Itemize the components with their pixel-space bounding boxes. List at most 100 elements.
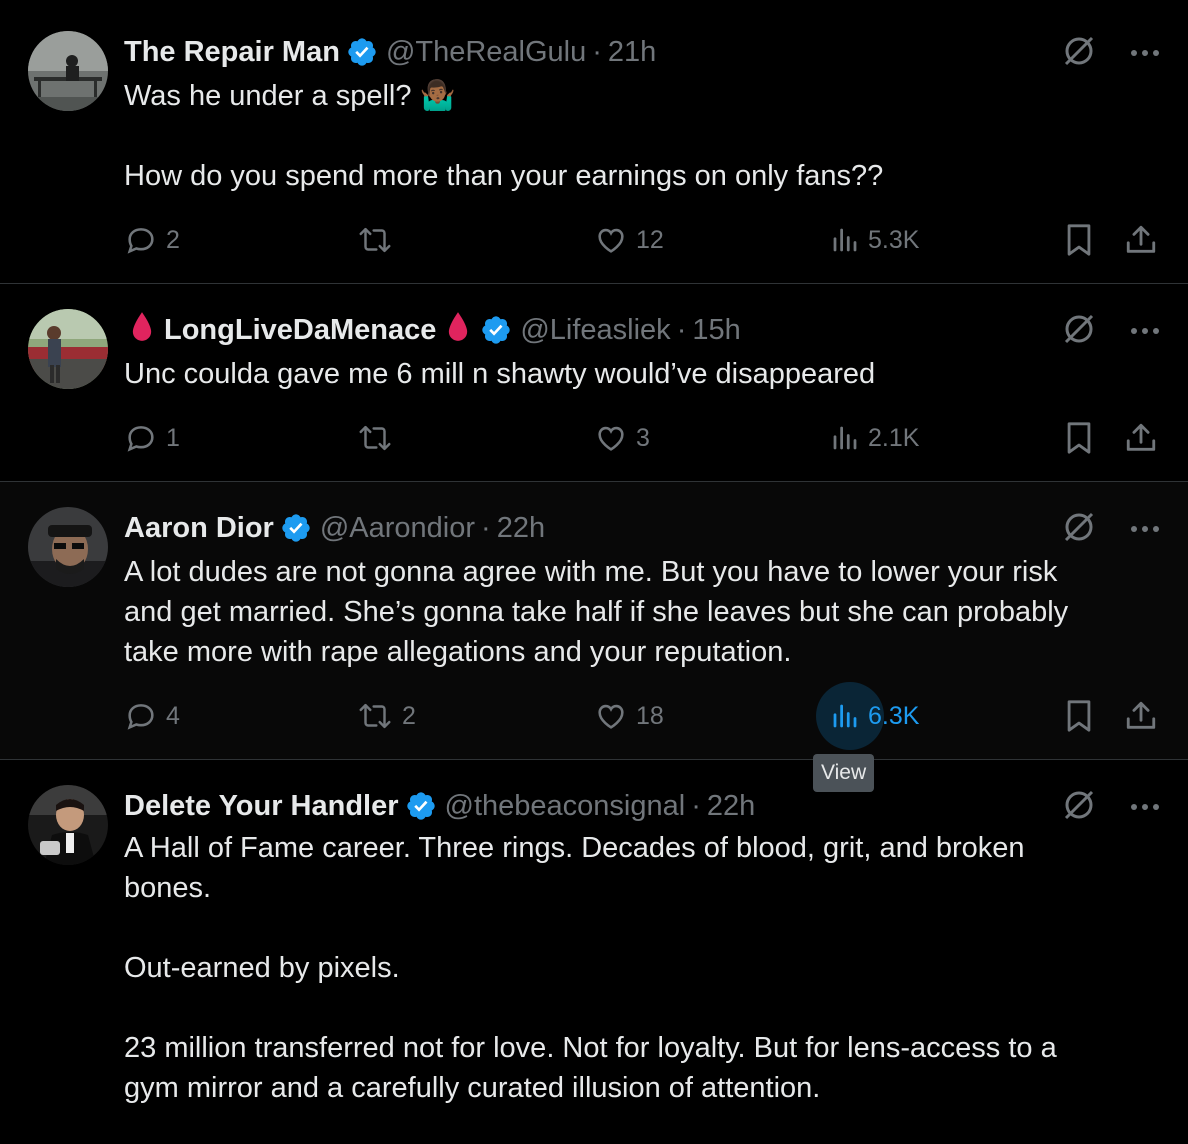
repost-icon bbox=[359, 227, 391, 253]
tweet-text: A lot dudes are not gonna agree with me.… bbox=[124, 552, 1144, 672]
bookmark-icon bbox=[1067, 700, 1091, 732]
share-button[interactable] bbox=[1124, 696, 1158, 736]
reply-button[interactable]: 4 bbox=[124, 696, 180, 736]
blood-drop-icon bbox=[446, 310, 470, 350]
reply-count: 1 bbox=[166, 423, 180, 452]
share-icon bbox=[1126, 701, 1156, 729]
separator-dot: · bbox=[481, 511, 491, 544]
grok-icon[interactable] bbox=[1062, 34, 1096, 73]
like-icon bbox=[598, 426, 624, 451]
tweet-line: Unc coulda gave me 6 mill n shawty would… bbox=[124, 358, 876, 390]
tweet-top-actions bbox=[1062, 34, 1160, 73]
timestamp[interactable]: 15h bbox=[692, 314, 740, 347]
user-handle[interactable]: @TheRealGulu bbox=[386, 36, 586, 69]
grok-icon[interactable] bbox=[1062, 312, 1096, 351]
tweet-line: and get married. She’s gonna take half i… bbox=[124, 596, 1069, 628]
tweet-line: take more with rape allegations and your… bbox=[124, 636, 792, 668]
like-icon bbox=[598, 228, 624, 253]
tweet[interactable]: The Repair Man @TheRealGulu · 21h Was he… bbox=[0, 0, 1188, 284]
bookmark-button[interactable] bbox=[1064, 220, 1094, 260]
repost-button[interactable] bbox=[356, 220, 402, 260]
like-count: 3 bbox=[636, 423, 650, 452]
views-icon bbox=[833, 704, 857, 728]
view-count: 6.3K bbox=[868, 701, 920, 730]
reply-button[interactable]: 1 bbox=[124, 418, 180, 458]
separator-dot: · bbox=[691, 789, 701, 822]
display-name[interactable]: Aaron Dior bbox=[124, 512, 274, 545]
tweet-top-actions bbox=[1062, 510, 1160, 549]
tweet-top-actions bbox=[1062, 788, 1160, 827]
avatar[interactable] bbox=[28, 309, 108, 389]
reply-count: 2 bbox=[166, 225, 180, 254]
share-button[interactable] bbox=[1124, 220, 1158, 260]
tweet-header: The Repair Man @TheRealGulu · 21h bbox=[124, 32, 656, 72]
repost-icon bbox=[359, 425, 391, 451]
tweet-actions: 2 12 5.3K bbox=[124, 220, 1164, 260]
user-handle[interactable]: @Aarondior bbox=[320, 512, 475, 545]
user-handle[interactable]: @Lifeasliek bbox=[520, 314, 670, 347]
verified-badge-icon[interactable] bbox=[346, 36, 378, 68]
tweet-text: Unc coulda gave me 6 mill n shawty would… bbox=[124, 354, 1144, 394]
grok-icon[interactable] bbox=[1062, 788, 1096, 827]
avatar[interactable] bbox=[28, 785, 108, 865]
display-name[interactable]: LongLiveDaMenace bbox=[164, 314, 436, 347]
tweet[interactable]: Aaron Dior @Aarondior · 22h A lot dudes … bbox=[0, 482, 1188, 760]
bookmark-button[interactable] bbox=[1064, 418, 1094, 458]
more-icon[interactable] bbox=[1130, 323, 1160, 341]
like-button[interactable]: 18 bbox=[594, 696, 664, 736]
bookmark-button[interactable] bbox=[1064, 696, 1094, 736]
tweet-line bbox=[124, 116, 1144, 156]
tweet-header: Aaron Dior @Aarondior · 22h bbox=[124, 508, 545, 548]
reply-icon bbox=[127, 228, 154, 254]
tweet-line: Was he under a spell? 🤷🏾‍♂️ bbox=[124, 80, 456, 112]
more-icon[interactable] bbox=[1130, 45, 1160, 63]
share-icon bbox=[1126, 423, 1156, 451]
separator-dot: · bbox=[592, 35, 602, 68]
timestamp[interactable]: 22h bbox=[707, 790, 755, 823]
blood-drop-icon bbox=[130, 310, 154, 350]
grok-icon[interactable] bbox=[1062, 510, 1096, 549]
views-icon bbox=[833, 228, 857, 252]
reply-icon bbox=[127, 704, 154, 730]
timeline-feed: The Repair Man @TheRealGulu · 21h Was he… bbox=[0, 0, 1188, 1144]
views-button[interactable]: 6.3K bbox=[816, 682, 920, 750]
tweet-line: Out-earned by pixels. bbox=[124, 952, 400, 984]
verified-badge-icon[interactable] bbox=[280, 512, 312, 544]
tweet-line: A Hall of Fame career. Three rings. Deca… bbox=[124, 832, 1025, 864]
avatar[interactable] bbox=[28, 507, 108, 587]
verified-badge-icon[interactable] bbox=[480, 314, 512, 346]
views-button[interactable]: 2.1K bbox=[830, 418, 919, 458]
more-icon[interactable] bbox=[1130, 799, 1160, 817]
more-icon[interactable] bbox=[1130, 521, 1160, 539]
display-name[interactable]: Delete Your Handler bbox=[124, 790, 399, 823]
like-count: 18 bbox=[636, 701, 664, 730]
tweet-text: A Hall of Fame career. Three rings. Deca… bbox=[124, 828, 1144, 1108]
tweet-line: How do you spend more than your earnings… bbox=[124, 160, 884, 192]
tweet-header: LongLiveDaMenace @Lifeasliek · 15h bbox=[124, 310, 741, 350]
like-count: 12 bbox=[636, 225, 664, 254]
reply-button[interactable]: 2 bbox=[124, 220, 180, 260]
tweet-line: A lot dudes are not gonna agree with me.… bbox=[124, 556, 1058, 588]
views-icon bbox=[833, 426, 857, 450]
like-button[interactable]: 12 bbox=[594, 220, 664, 260]
tweet-top-actions bbox=[1062, 312, 1160, 351]
share-icon bbox=[1126, 225, 1156, 253]
tweet[interactable]: Delete Your Handler @thebeaconsignal · 2… bbox=[0, 760, 1188, 1144]
tweet-actions: 4 2 18 6.3K bbox=[124, 682, 1164, 750]
timestamp[interactable]: 21h bbox=[608, 36, 656, 69]
tweet-line: bones. bbox=[124, 872, 212, 904]
like-button[interactable]: 3 bbox=[594, 418, 650, 458]
share-button[interactable] bbox=[1124, 418, 1158, 458]
tweet-line: gym mirror and a carefully curated illus… bbox=[124, 1072, 821, 1104]
tweet[interactable]: LongLiveDaMenace @Lifeasliek · 15h Unc c… bbox=[0, 284, 1188, 482]
avatar[interactable] bbox=[28, 31, 108, 111]
repost-button[interactable] bbox=[356, 418, 402, 458]
timestamp[interactable]: 22h bbox=[497, 512, 545, 545]
display-name[interactable]: The Repair Man bbox=[124, 36, 340, 69]
user-handle[interactable]: @thebeaconsignal bbox=[445, 790, 686, 823]
view-count: 2.1K bbox=[868, 423, 920, 452]
verified-badge-icon[interactable] bbox=[405, 790, 437, 822]
views-button[interactable]: 5.3K bbox=[830, 220, 919, 260]
repost-button[interactable]: 2 bbox=[356, 696, 416, 736]
tweet-line: 23 million transferred not for love. Not… bbox=[124, 1032, 1057, 1064]
